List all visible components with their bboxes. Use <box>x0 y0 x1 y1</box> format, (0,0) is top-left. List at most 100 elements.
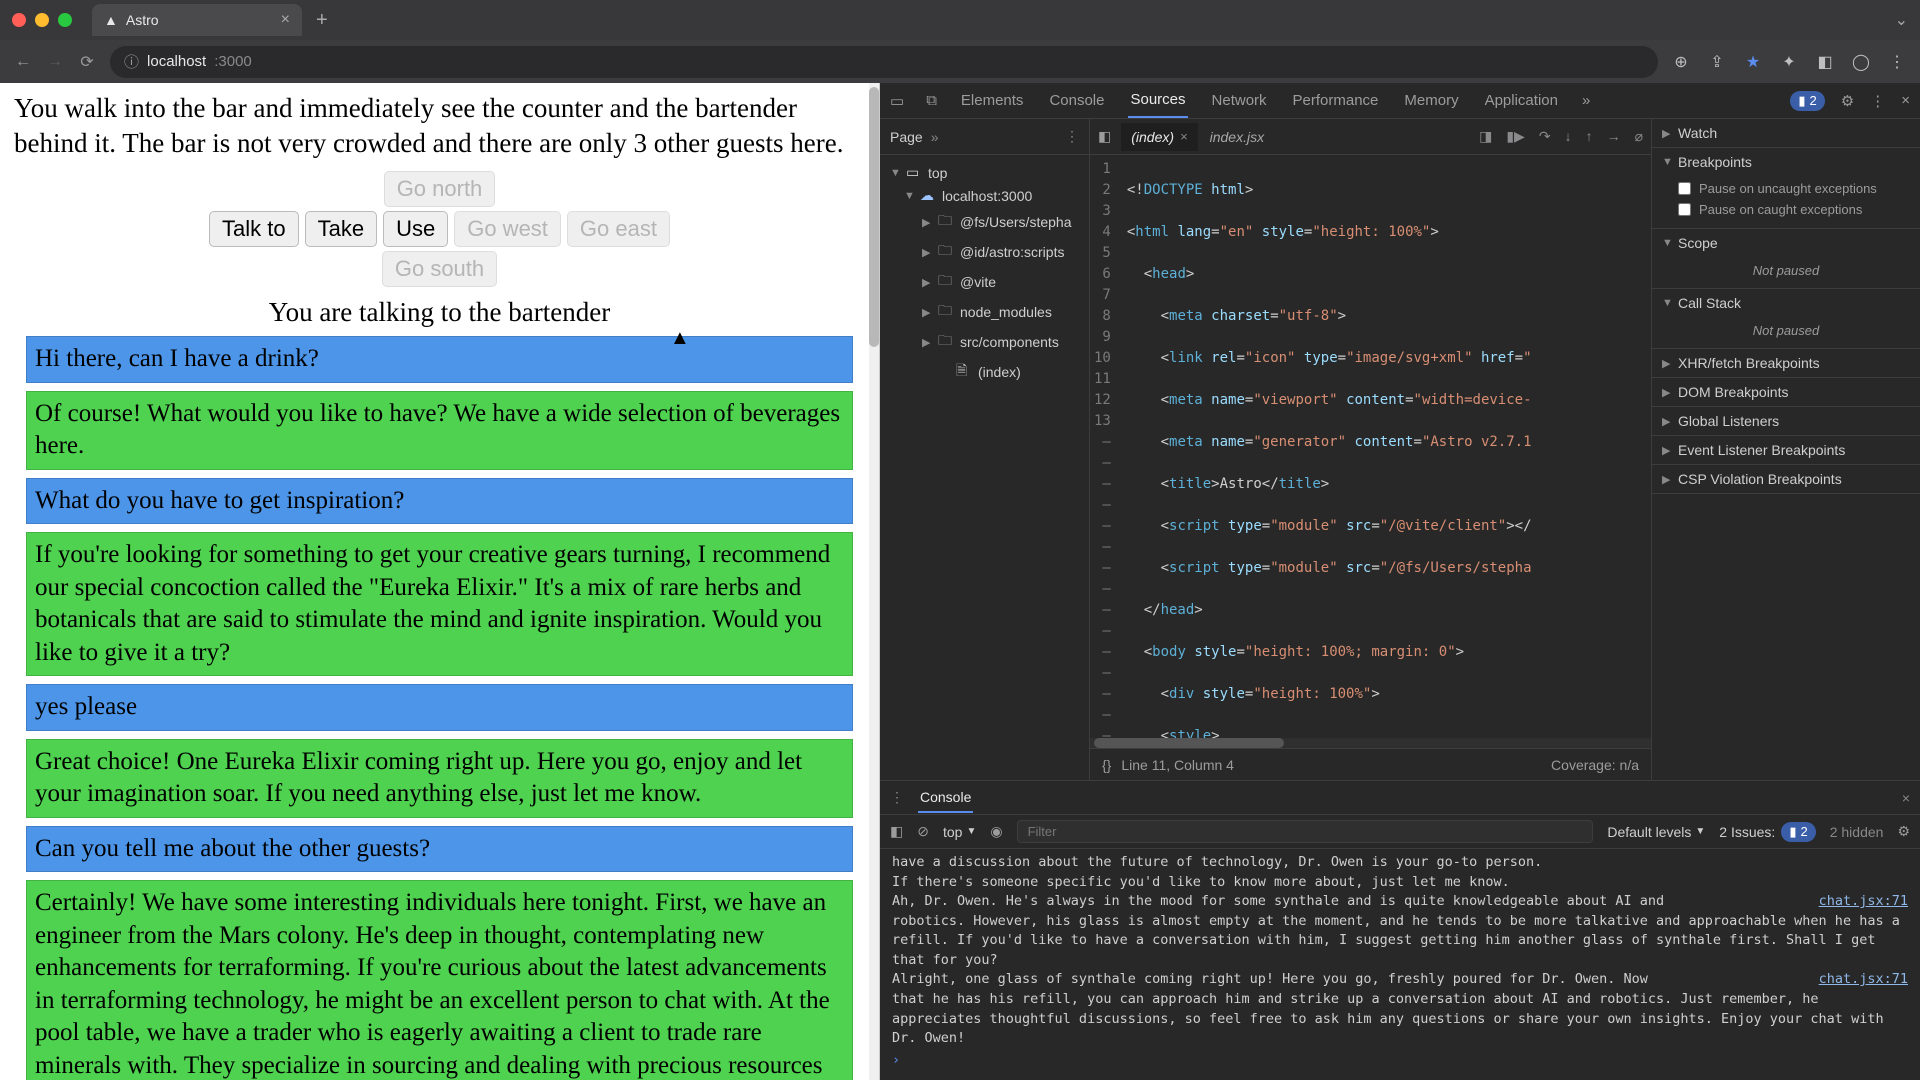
drawer-menu-icon[interactable]: ⋮ <box>890 789 904 806</box>
maximize-window-button[interactable] <box>58 13 72 27</box>
browser-tab[interactable]: ▲ Astro × <box>92 4 302 36</box>
inspect-element-icon[interactable]: ▭ <box>890 92 904 110</box>
watch-section[interactable]: ▶Watch <box>1652 119 1920 147</box>
go-east-button[interactable]: Go east <box>567 211 670 247</box>
new-tab-button[interactable]: + <box>310 9 334 32</box>
zoom-icon[interactable]: ⊕ <box>1672 53 1690 71</box>
navigator-menu-icon[interactable]: ⋮ <box>1065 128 1079 145</box>
devtools-tab-sources[interactable]: Sources <box>1128 83 1187 118</box>
devtools-tab-performance[interactable]: Performance <box>1291 84 1381 117</box>
devtools-menu-icon[interactable]: ⋮ <box>1870 92 1885 110</box>
clear-console-icon[interactable]: ⊘ <box>917 823 929 840</box>
close-window-button[interactable] <box>12 13 26 27</box>
console-filter-input[interactable] <box>1017 820 1594 843</box>
tree-folder[interactable]: ▶🗀src/components <box>880 327 1089 357</box>
share-icon[interactable]: ⇪ <box>1708 53 1726 71</box>
pretty-print-icon[interactable]: {} <box>1102 757 1111 773</box>
toggle-debugger-icon[interactable]: ◨ <box>1479 128 1492 145</box>
use-button[interactable]: Use <box>383 211 448 247</box>
issues-indicator[interactable]: ▮ 2 <box>1790 91 1824 111</box>
devtools-tab-application[interactable]: Application <box>1483 84 1560 117</box>
sources-panel: Page » ⋮ ▼▭top ▼☁localhost:3000 ▶🗀@fs/Us… <box>880 119 1920 780</box>
step-over-icon[interactable]: ↷ <box>1539 128 1551 145</box>
close-editor-tab-icon[interactable]: × <box>1180 129 1188 144</box>
back-button[interactable]: ← <box>14 53 32 71</box>
page-pane-tab[interactable]: Page <box>890 129 923 145</box>
editor-scrollbar-thumb[interactable] <box>1094 738 1284 748</box>
deactivate-breakpoints-icon[interactable]: ⌀ <box>1635 128 1643 145</box>
editor-horizontal-scrollbar[interactable] <box>1090 738 1651 748</box>
side-panel-icon[interactable]: ◧ <box>1816 53 1834 71</box>
minimize-window-button[interactable] <box>35 13 49 27</box>
tree-folder[interactable]: ▶🗀node_modules <box>880 297 1089 327</box>
device-toolbar-icon[interactable]: ⧉ <box>926 92 937 109</box>
go-north-button[interactable]: Go north <box>384 171 496 207</box>
page-scrollbar-thumb[interactable] <box>869 87 879 347</box>
url-input[interactable]: ⓘ localhost:3000 <box>110 46 1658 78</box>
console-issues[interactable]: 2 Issues:▮ 2 <box>1719 822 1815 842</box>
settings-icon[interactable]: ⚙ <box>1841 92 1854 110</box>
log-levels-select[interactable]: Default levels ▼ <box>1607 824 1705 840</box>
xhr-section[interactable]: ▶XHR/fetch Breakpoints <box>1652 349 1920 377</box>
tree-host[interactable]: ▼☁localhost:3000 <box>880 184 1089 207</box>
tabs-dropdown-button[interactable]: ⌄ <box>1895 10 1908 30</box>
console-sidebar-toggle-icon[interactable]: ◧ <box>890 823 903 840</box>
tree-folder[interactable]: ▶🗀@fs/Users/stepha <box>880 207 1089 237</box>
console-output[interactable]: have a discussion about the future of te… <box>880 849 1920 1080</box>
scope-section[interactable]: ▼Scope <box>1652 229 1920 257</box>
devtools-tab-memory[interactable]: Memory <box>1402 84 1460 117</box>
take-button[interactable]: Take <box>305 211 377 247</box>
code-editor[interactable]: 12345678910111213–––––––––––––––––– <!DO… <box>1090 155 1651 738</box>
step-into-icon[interactable]: ↓ <box>1565 128 1572 145</box>
live-expression-icon[interactable]: ◉ <box>990 823 1002 840</box>
site-info-icon[interactable]: ⓘ <box>124 51 139 72</box>
extensions-icon[interactable]: ✦ <box>1780 53 1798 71</box>
resume-icon[interactable]: ▮▶ <box>1506 128 1524 145</box>
user-message: What do you have to get inspiration? <box>26 478 853 525</box>
dom-bp-section[interactable]: ▶DOM Breakpoints <box>1652 378 1920 406</box>
console-tab[interactable]: Console <box>918 783 973 813</box>
editor-tab-indexjsx[interactable]: index.jsx <box>1200 123 1274 151</box>
console-source-link[interactable]: chat.jsx:71 <box>1819 892 1908 912</box>
close-devtools-icon[interactable]: × <box>1901 92 1910 109</box>
console-log-line: robotics. However, his glass is almost e… <box>892 912 1908 971</box>
go-west-button[interactable]: Go west <box>454 211 561 247</box>
more-tabs-icon[interactable]: » <box>1582 92 1590 109</box>
editor-tab-index[interactable]: (index)× <box>1121 123 1197 151</box>
tree-folder[interactable]: ▶🗀@vite <box>880 267 1089 297</box>
bookmark-icon[interactable]: ★ <box>1744 53 1762 71</box>
tree-top[interactable]: ▼▭top <box>880 161 1089 184</box>
reload-button[interactable]: ⟳ <box>78 53 96 71</box>
go-south-button[interactable]: Go south <box>382 251 497 287</box>
browser-chrome: ▲ Astro × + ⌄ ← → ⟳ ⓘ localhost:3000 ⊕ ⇪… <box>0 0 1920 83</box>
event-listener-section[interactable]: ▶Event Listener Breakpoints <box>1652 436 1920 464</box>
talk-to-button[interactable]: Talk to <box>209 211 299 247</box>
csp-section[interactable]: ▶CSP Violation Breakpoints <box>1652 465 1920 493</box>
more-panes-icon[interactable]: » <box>931 129 939 145</box>
pause-uncaught-checkbox[interactable]: Pause on uncaught exceptions <box>1678 178 1910 199</box>
console-prompt[interactable]: › <box>892 1049 1908 1071</box>
toggle-navigator-icon[interactable]: ◧ <box>1098 128 1111 145</box>
profile-icon[interactable]: ◯ <box>1852 53 1870 71</box>
page-scrollbar[interactable] <box>869 83 879 1080</box>
menu-icon[interactable]: ⋮ <box>1888 53 1906 71</box>
forward-button[interactable]: → <box>46 53 64 71</box>
console-settings-icon[interactable]: ⚙ <box>1897 823 1910 840</box>
console-source-link[interactable]: chat.jsx:71 <box>1819 970 1908 990</box>
tree-folder[interactable]: ▶🗀@id/astro:scripts <box>880 237 1089 267</box>
tree-file-index[interactable]: 🗎(index) <box>880 357 1089 387</box>
pause-caught-checkbox[interactable]: Pause on caught exceptions <box>1678 199 1910 220</box>
breakpoints-section[interactable]: ▼Breakpoints <box>1652 148 1920 176</box>
callstack-section[interactable]: ▼Call Stack <box>1652 289 1920 317</box>
devtools-tab-console[interactable]: Console <box>1047 84 1106 117</box>
close-tab-button[interactable]: × <box>281 11 290 29</box>
devtools-tab-network[interactable]: Network <box>1210 84 1269 117</box>
devtools-tab-elements[interactable]: Elements <box>959 84 1026 117</box>
console-context-select[interactable]: top ▼ <box>943 824 976 840</box>
gutter: 12345678910111213–––––––––––––––––– <box>1090 155 1121 738</box>
close-drawer-icon[interactable]: × <box>1902 790 1910 806</box>
code-content: <!DOCTYPE html> <html lang="en" style="h… <box>1121 155 1651 738</box>
step-out-icon[interactable]: ↑ <box>1586 128 1593 145</box>
step-icon[interactable]: → <box>1607 128 1621 145</box>
global-listeners-section[interactable]: ▶Global Listeners <box>1652 407 1920 435</box>
